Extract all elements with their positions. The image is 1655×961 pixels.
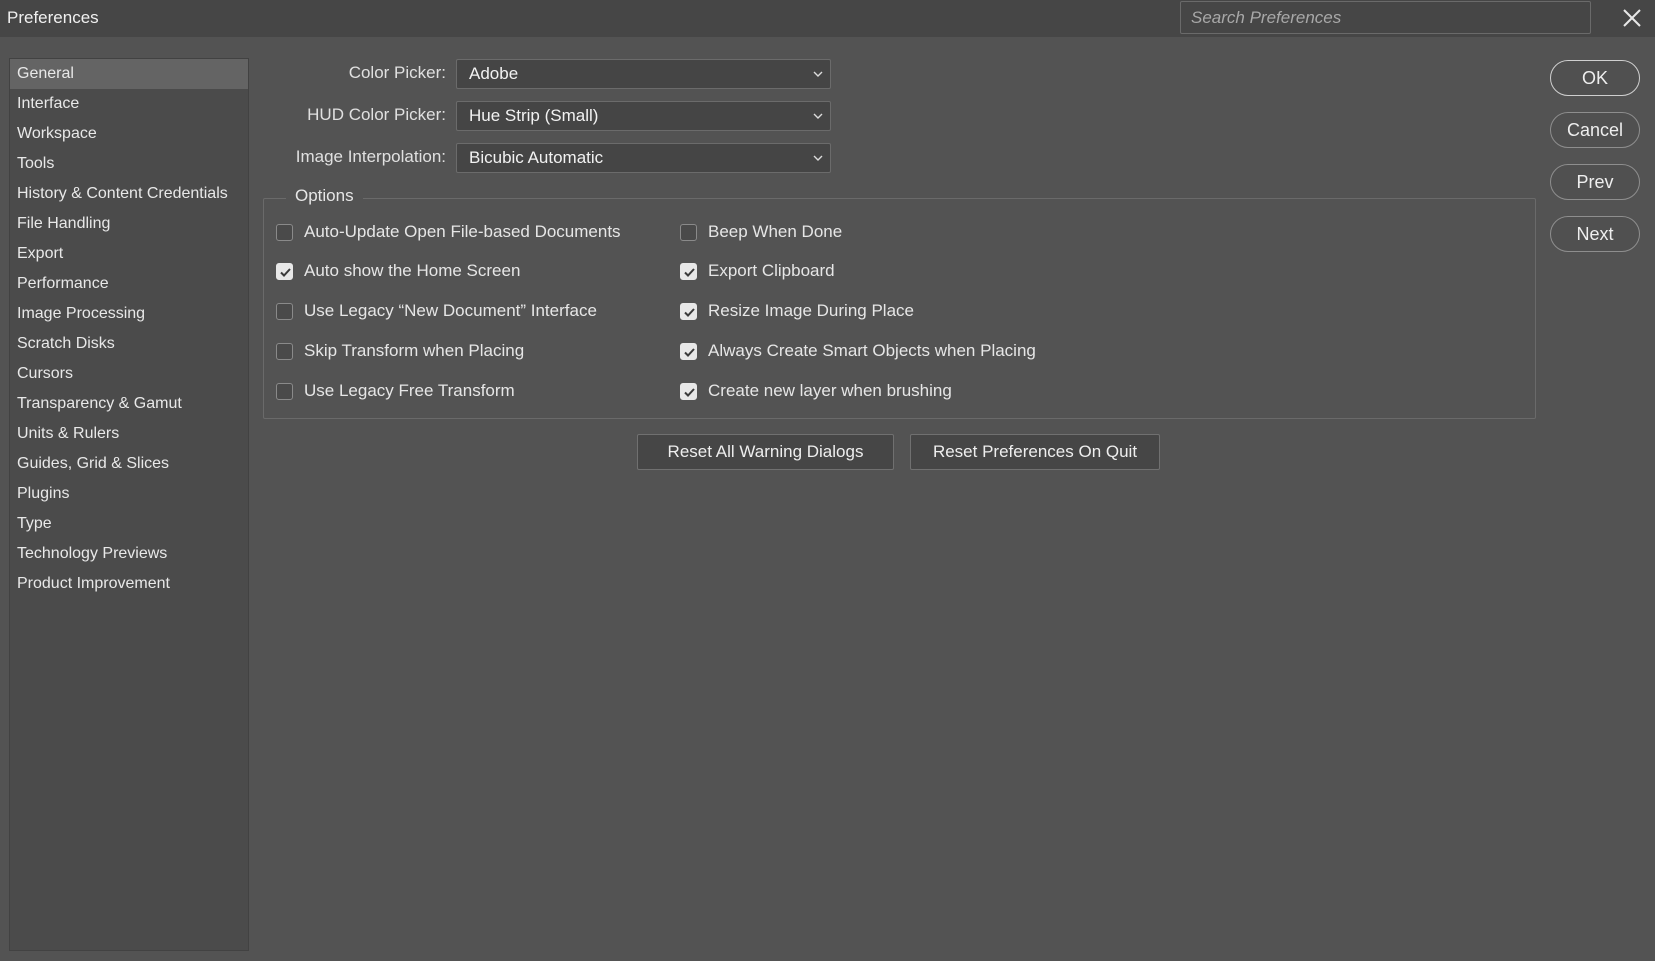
checkbox-label: Resize Image During Place bbox=[708, 301, 914, 320]
cancel-button[interactable]: Cancel bbox=[1550, 112, 1640, 148]
checkbox[interactable] bbox=[680, 382, 697, 400]
checkbox-label: Use Legacy Free Transform bbox=[304, 381, 515, 400]
sidebar-item-tools[interactable]: Tools bbox=[10, 149, 248, 179]
checkmark-icon bbox=[684, 307, 695, 317]
sidebar-item-interface[interactable]: Interface bbox=[10, 89, 248, 119]
checkbox-label: Create new layer when brushing bbox=[708, 381, 952, 400]
window-title: Preferences bbox=[7, 8, 99, 27]
checkbox[interactable] bbox=[276, 223, 293, 241]
skip-transform-checkbox[interactable]: Skip Transform when Placing bbox=[276, 339, 524, 363]
color-picker-select[interactable]: Adobe bbox=[456, 59, 831, 89]
sidebar-item-export[interactable]: Export bbox=[10, 239, 248, 269]
image-interpolation-value: Bicubic Automatic bbox=[469, 148, 604, 167]
sidebar-item-history[interactable]: History & Content Credentials bbox=[10, 179, 248, 209]
checkbox-label: Auto-Update Open File-based Documents bbox=[304, 222, 621, 241]
chevron-down-icon bbox=[813, 71, 823, 77]
image-interpolation-label: Image Interpolation: bbox=[295, 147, 446, 166]
export-clipboard-checkbox[interactable]: Export Clipboard bbox=[680, 259, 835, 283]
prev-button[interactable]: Prev bbox=[1550, 164, 1640, 200]
auto-show-home-screen-checkbox[interactable]: Auto show the Home Screen bbox=[276, 259, 520, 283]
checkmark-icon bbox=[280, 267, 291, 277]
checkbox[interactable] bbox=[276, 342, 293, 360]
hud-color-picker-select[interactable]: Hue Strip (Small) bbox=[456, 101, 831, 131]
hud-color-picker-value: Hue Strip (Small) bbox=[469, 106, 599, 125]
sidebar-item-general[interactable]: General bbox=[10, 59, 248, 89]
resize-image-during-place-checkbox[interactable]: Resize Image During Place bbox=[680, 299, 914, 323]
sidebar-item-file-handling[interactable]: File Handling bbox=[10, 209, 248, 239]
sidebar-item-guides[interactable]: Guides, Grid & Slices bbox=[10, 449, 248, 479]
checkbox[interactable] bbox=[276, 262, 293, 280]
preferences-sidebar: General Interface Workspace Tools Histor… bbox=[9, 58, 249, 951]
reset-preferences-button[interactable]: Reset Preferences On Quit bbox=[910, 434, 1160, 470]
sidebar-item-performance[interactable]: Performance bbox=[10, 269, 248, 299]
checkbox-label: Auto show the Home Screen bbox=[304, 261, 521, 280]
sidebar-item-workspace[interactable]: Workspace bbox=[10, 119, 248, 149]
checkbox-label: Export Clipboard bbox=[708, 261, 835, 280]
always-create-smart-objects-checkbox[interactable]: Always Create Smart Objects when Placing bbox=[680, 339, 1036, 363]
sidebar-item-type[interactable]: Type bbox=[10, 509, 248, 539]
create-new-layer-brushing-checkbox[interactable]: Create new layer when brushing bbox=[680, 379, 952, 403]
hud-color-picker-label: HUD Color Picker: bbox=[307, 105, 446, 124]
sidebar-item-transparency[interactable]: Transparency & Gamut bbox=[10, 389, 248, 419]
sidebar-item-image-processing[interactable]: Image Processing bbox=[10, 299, 248, 329]
search-input[interactable] bbox=[1180, 1, 1591, 34]
close-button[interactable] bbox=[1618, 4, 1646, 32]
color-picker-label: Color Picker: bbox=[348, 63, 446, 82]
sidebar-item-units-rulers[interactable]: Units & Rulers bbox=[10, 419, 248, 449]
sidebar-item-product-improvement[interactable]: Product Improvement bbox=[10, 569, 248, 599]
checkmark-icon bbox=[684, 347, 695, 357]
sidebar-item-cursors[interactable]: Cursors bbox=[10, 359, 248, 389]
legacy-free-transform-checkbox[interactable]: Use Legacy Free Transform bbox=[276, 379, 515, 403]
sidebar-item-technology-previews[interactable]: Technology Previews bbox=[10, 539, 248, 569]
checkbox-label: Skip Transform when Placing bbox=[304, 341, 525, 360]
title-bar: Preferences bbox=[0, 0, 1655, 37]
checkmark-icon bbox=[684, 267, 695, 277]
checkbox-label: Beep When Done bbox=[708, 222, 843, 241]
checkbox[interactable] bbox=[680, 302, 697, 320]
chevron-down-icon bbox=[813, 155, 823, 161]
image-interpolation-select[interactable]: Bicubic Automatic bbox=[456, 143, 831, 173]
options-title: Options bbox=[286, 186, 363, 206]
next-button[interactable]: Next bbox=[1550, 216, 1640, 252]
checkmark-icon bbox=[684, 387, 695, 397]
beep-when-done-checkbox[interactable]: Beep When Done bbox=[680, 220, 842, 244]
checkbox[interactable] bbox=[276, 382, 293, 400]
checkbox[interactable] bbox=[680, 342, 697, 360]
checkbox-label: Always Create Smart Objects when Placing bbox=[708, 341, 1036, 360]
ok-button[interactable]: OK bbox=[1550, 60, 1640, 96]
close-icon bbox=[1623, 9, 1641, 27]
auto-update-documents-checkbox[interactable]: Auto-Update Open File-based Documents bbox=[276, 220, 621, 244]
checkbox[interactable] bbox=[680, 262, 697, 280]
checkbox[interactable] bbox=[680, 223, 697, 241]
color-picker-value: Adobe bbox=[469, 64, 519, 83]
legacy-new-document-checkbox[interactable]: Use Legacy “New Document” Interface bbox=[276, 299, 597, 323]
checkbox[interactable] bbox=[276, 302, 293, 320]
reset-warning-dialogs-button[interactable]: Reset All Warning Dialogs bbox=[637, 434, 894, 470]
chevron-down-icon bbox=[813, 113, 823, 119]
sidebar-item-plugins[interactable]: Plugins bbox=[10, 479, 248, 509]
sidebar-item-scratch-disks[interactable]: Scratch Disks bbox=[10, 329, 248, 359]
checkbox-label: Use Legacy “New Document” Interface bbox=[304, 301, 597, 320]
